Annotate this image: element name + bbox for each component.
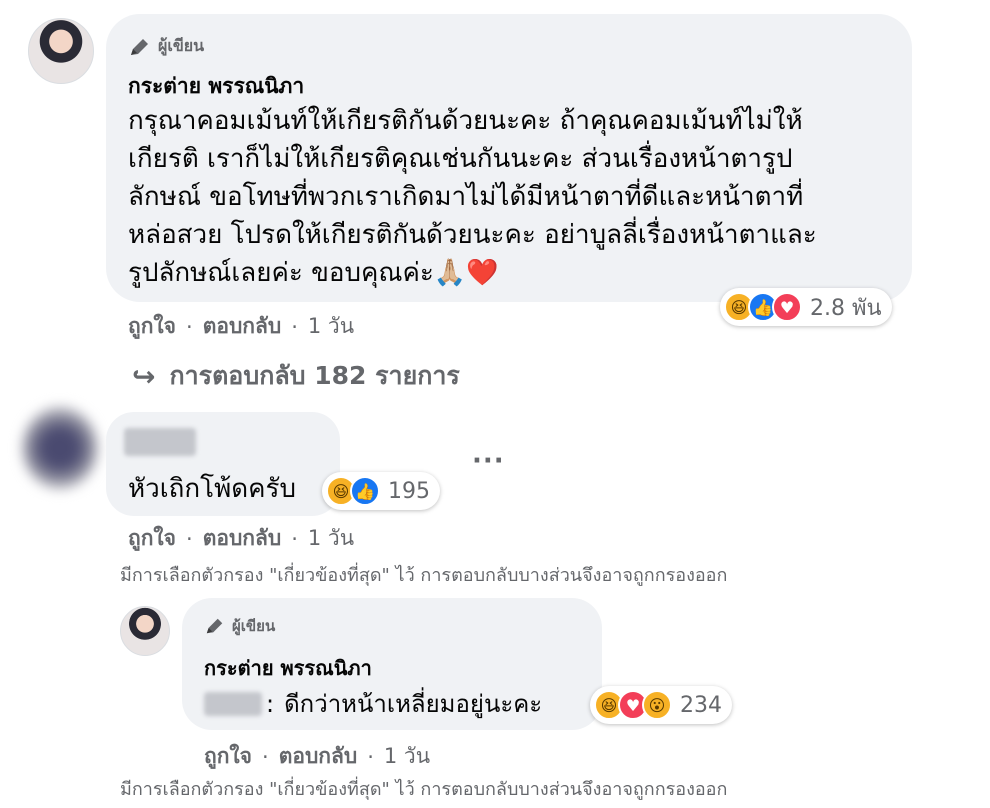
- comment-line: หล่อสวย โปรดให้เกียรติกันด้วยนะคะ อย่าบู…: [128, 220, 817, 250]
- pen-icon: [131, 38, 148, 55]
- separator-dot: ·: [291, 526, 298, 551]
- reply-text: ดีกว่าหน้าเหลี่ยมอยู่นะคะ: [284, 690, 543, 718]
- comment-author-name[interactable]: กระต่าย พรรณนิภา: [128, 70, 304, 103]
- separator-dot: ·: [186, 526, 193, 551]
- comment-actions: ถูกใจ · ตอบกลับ · 1 วัน: [128, 522, 354, 555]
- reply-text-row: : ดีกว่าหน้าเหลี่ยมอยู่นะคะ: [204, 684, 542, 723]
- comment-line: เกียรติ เราก็ไม่ให้เกียรติคุณเช่นกันนะคะ…: [128, 144, 793, 174]
- timestamp[interactable]: 1 วัน: [384, 740, 430, 773]
- reply-link[interactable]: ตอบกลับ: [279, 740, 358, 773]
- pen-icon: [206, 618, 223, 634]
- like-link[interactable]: ถูกใจ: [128, 310, 176, 343]
- filter-notice: มีการเลือกตัวกรอง "เกี่ยวข้องที่สุด" ไว้…: [120, 565, 728, 586]
- comment-bubble: ผู้เขียน กระต่าย พรรณนิภา กรุณาคอมเม้นท์…: [106, 14, 912, 302]
- like-icon: 👍: [350, 476, 380, 506]
- comment-bubble: หัวเถิกโพ้ดครับ: [106, 412, 340, 516]
- author-badge-label: ผู้เขียน: [158, 36, 205, 55]
- author-badge-label: ผู้เขียน: [232, 617, 276, 635]
- reply-link[interactable]: ตอบกลับ: [203, 522, 282, 555]
- timestamp[interactable]: 1 วัน: [308, 310, 354, 343]
- love-icon: ♥: [772, 292, 802, 322]
- reaction-summary[interactable]: 😆 👍 ♥ 2.8 พัน: [720, 288, 892, 326]
- like-link[interactable]: ถูกใจ: [128, 522, 176, 555]
- reply-author-name[interactable]: กระต่าย พรรณนิภา: [204, 652, 372, 684]
- comment-actions: ถูกใจ · ตอบกลับ · 1 วัน: [128, 310, 354, 343]
- comment-line: กรุณาคอมเม้นท์ให้เกียรติกันด้วยนะคะ ถ้าค…: [128, 106, 803, 136]
- separator-dot: ·: [186, 314, 193, 339]
- reply-arrow-icon: ↪: [132, 359, 156, 393]
- avatar[interactable]: [22, 406, 98, 490]
- mentioned-user-blurred[interactable]: [204, 691, 262, 716]
- reaction-summary[interactable]: 😆 👍 195: [322, 472, 440, 510]
- author-badge: ผู้เขียน: [204, 614, 275, 638]
- filter-notice: มีการเลือกตัวกรอง "เกี่ยวข้องที่สุด" ไว้…: [120, 779, 728, 800]
- comment-text: หัวเถิกโพ้ดครับ: [128, 474, 296, 504]
- separator-dot: ·: [291, 314, 298, 339]
- reply-actions: ถูกใจ · ตอบกลับ · 1 วัน: [204, 740, 430, 773]
- separator-dot: ·: [367, 744, 374, 769]
- avatar[interactable]: [28, 18, 94, 84]
- reply-bubble: ผู้เขียน กระต่าย พรรณนิภา : ดีกว่าหน้าเห…: [182, 598, 602, 730]
- comment-text: กรุณาคอมเม้นท์ให้เกียรติกันด้วยนะคะ ถ้าค…: [128, 102, 817, 292]
- reaction-count: 195: [388, 478, 430, 504]
- comment-line: รูปลักษณ์เลยค่ะ ขอบคุณค่ะ🙏🏼❤️: [128, 258, 499, 288]
- avatar[interactable]: [120, 606, 170, 656]
- reply-link[interactable]: ตอบกลับ: [203, 310, 282, 343]
- reaction-count: 234: [680, 692, 722, 718]
- wow-icon: 😮: [642, 690, 672, 720]
- view-replies-link[interactable]: ↪ การตอบกลับ 182 รายการ: [132, 356, 460, 396]
- commenter-name-blurred[interactable]: [124, 428, 196, 456]
- author-badge: ผู้เขียน: [128, 34, 204, 59]
- like-link[interactable]: ถูกใจ: [204, 740, 252, 773]
- comment-line: ลักษณ์ ขอโทษที่พวกเราเกิดมาไม่ได้มีหน้าต…: [128, 182, 804, 212]
- mention-colon: :: [266, 689, 275, 718]
- reaction-count: 2.8 พัน: [810, 295, 882, 321]
- separator-dot: ·: [262, 744, 269, 769]
- more-options-icon[interactable]: ···: [472, 446, 505, 476]
- reaction-summary[interactable]: 😆 ♥ 😮 234: [590, 686, 732, 724]
- timestamp[interactable]: 1 วัน: [308, 522, 354, 555]
- view-replies-label: การตอบกลับ 182 รายการ: [169, 361, 460, 390]
